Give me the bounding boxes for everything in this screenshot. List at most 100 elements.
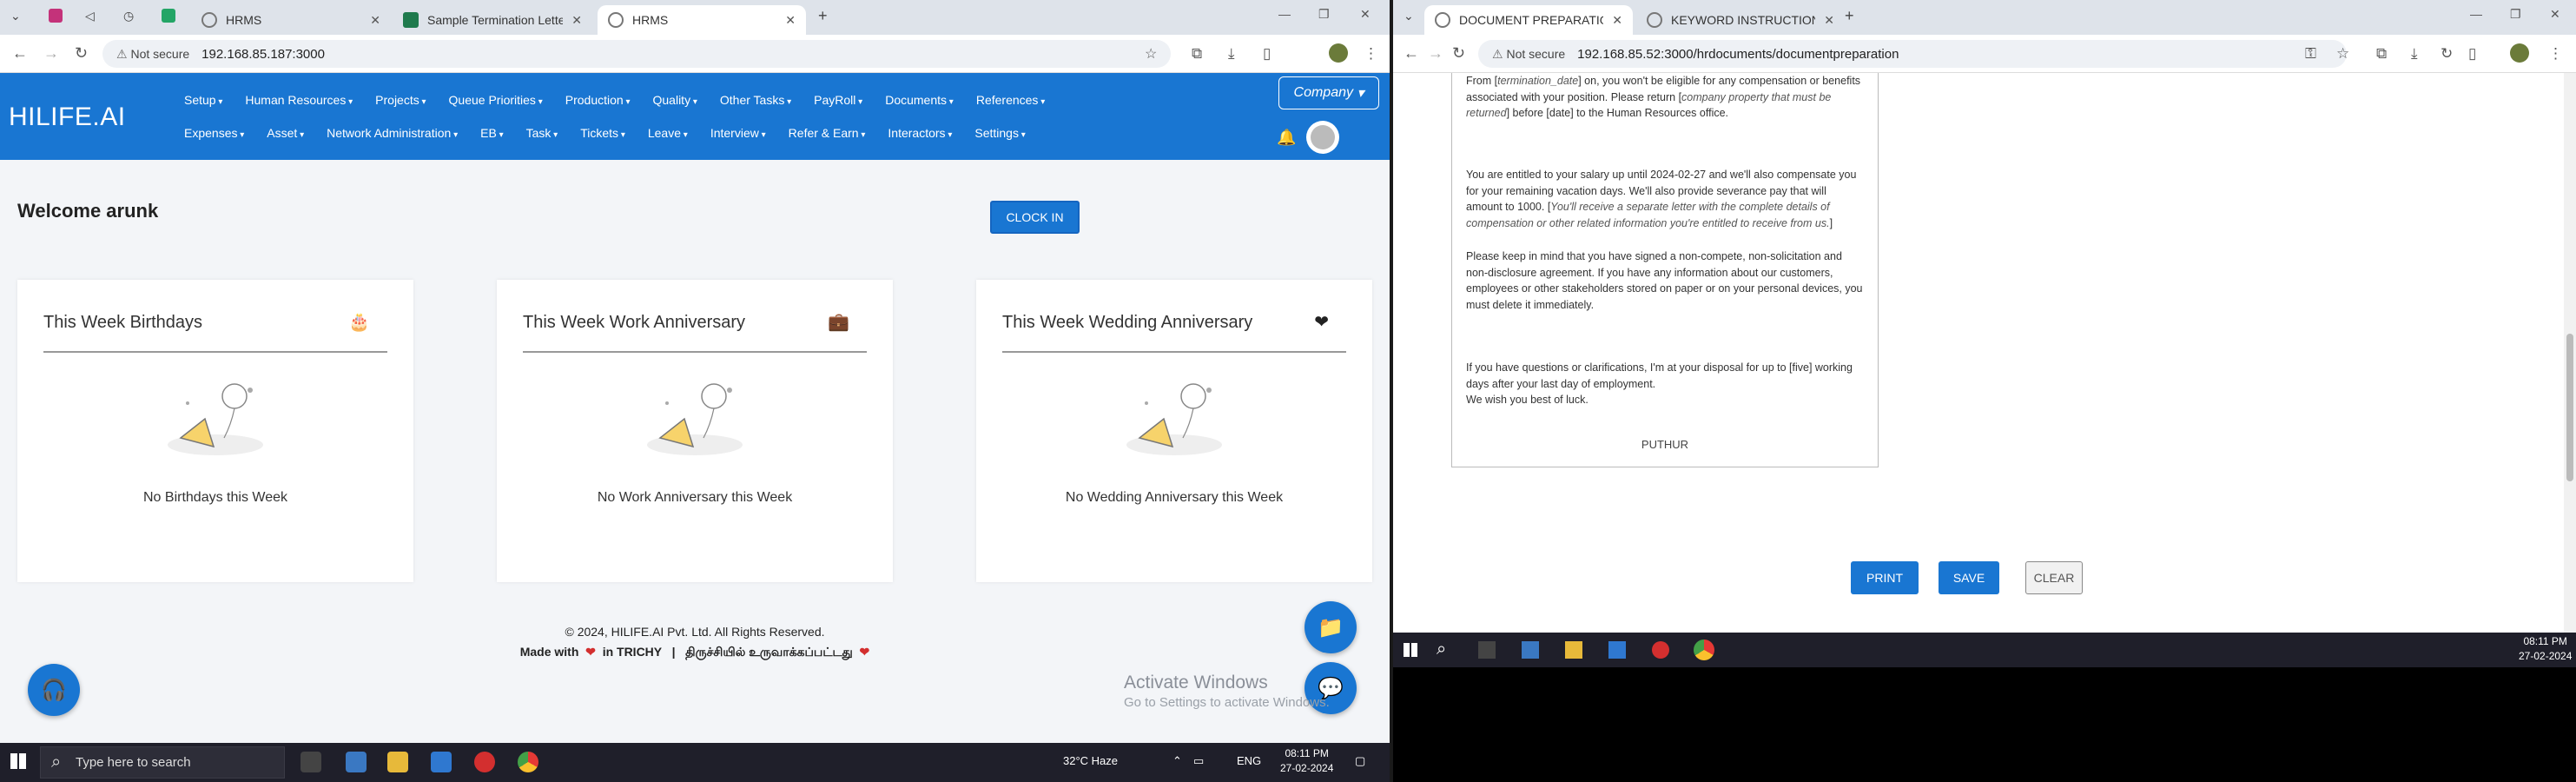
- back-icon[interactable]: ←: [1404, 44, 1419, 63]
- menu-kebab-icon[interactable]: ⋮: [2548, 45, 2563, 63]
- tab-termination-letter[interactable]: Sample Termination Letter to Em ✕: [393, 5, 592, 35]
- forward-icon[interactable]: →: [43, 44, 59, 63]
- tab-keyword-instructions[interactable]: KEYWORD INSTRUCTIONS ✕: [1636, 5, 1845, 35]
- download-icon[interactable]: ⤓: [2411, 45, 2418, 63]
- menu-item-interactors[interactable]: Interactors: [888, 126, 952, 140]
- save-button[interactable]: SAVE: [1939, 561, 1999, 594]
- new-tab-icon[interactable]: +: [1845, 7, 1854, 25]
- lang-label[interactable]: ENG: [1237, 754, 1261, 767]
- reload-icon[interactable]: ↻: [1452, 44, 1465, 63]
- address-bar[interactable]: Not secure 192.168.85.52:3000/hrdocument…: [1478, 40, 2347, 68]
- search-icon[interactable]: ⌕: [1437, 640, 1446, 659]
- menu-item-asset[interactable]: Asset: [267, 126, 304, 140]
- menu-item-documents[interactable]: Documents: [885, 93, 954, 107]
- minimize-icon[interactable]: —: [1278, 7, 1291, 21]
- scrollbar-thumb[interactable]: [2566, 334, 2573, 481]
- page-scrollbar[interactable]: [2564, 73, 2576, 634]
- menu-item-queue-priorities[interactable]: Queue Priorities: [449, 93, 543, 107]
- print-button[interactable]: PRINT: [1851, 561, 1919, 594]
- clock-in-button[interactable]: CLOCK IN: [990, 201, 1080, 234]
- close-icon[interactable]: ✕: [785, 13, 796, 28]
- new-tab-icon[interactable]: +: [818, 7, 828, 25]
- recorder-icon[interactable]: [1652, 641, 1669, 659]
- minimize-icon[interactable]: —: [2470, 7, 2482, 21]
- menu-item-references[interactable]: References: [976, 93, 1045, 107]
- profile-avatar[interactable]: [2510, 43, 2529, 63]
- windows-start-icon[interactable]: [1404, 643, 1417, 657]
- menu-item-production[interactable]: Production: [565, 93, 631, 107]
- close-window-icon[interactable]: ✕: [1360, 7, 1371, 22]
- tab-search-icon[interactable]: ⌄: [1404, 9, 1414, 23]
- history-icon[interactable]: ◷: [123, 9, 134, 23]
- notification-bell-icon[interactable]: 🔔: [1277, 129, 1296, 147]
- sheets-icon[interactable]: [162, 9, 175, 23]
- menu-item-settings[interactable]: Settings: [974, 126, 1025, 140]
- bookmark-star-icon[interactable]: ☆: [2336, 45, 2349, 63]
- chrome-icon[interactable]: [518, 752, 538, 772]
- slack-icon[interactable]: [49, 9, 63, 23]
- user-avatar[interactable]: [1306, 121, 1339, 154]
- profile-avatar[interactable]: [1329, 43, 1348, 63]
- menu-item-network-administration[interactable]: Network Administration: [327, 126, 458, 140]
- taskbar-clock[interactable]: 08:11 PM 27-02-2024: [1280, 746, 1333, 776]
- history-icon[interactable]: ↻: [2441, 45, 2453, 63]
- network-icon[interactable]: ▭: [1193, 754, 1204, 768]
- close-icon[interactable]: ✕: [571, 13, 582, 28]
- extensions-icon[interactable]: ⧉: [2376, 45, 2387, 63]
- tab-hrms-1[interactable]: HRMS ✕: [191, 5, 391, 35]
- sidepanel-icon[interactable]: ▯: [1263, 45, 1271, 63]
- menu-item-eb[interactable]: EB: [480, 126, 504, 140]
- menu-item-other-tasks[interactable]: Other Tasks: [720, 93, 791, 107]
- close-icon[interactable]: ✕: [370, 13, 380, 28]
- menu-item-tickets[interactable]: Tickets: [580, 126, 625, 140]
- menu-item-projects[interactable]: Projects: [375, 93, 426, 107]
- taskbar-clock[interactable]: 08:11 PM 27-02-2024: [2519, 634, 2572, 664]
- bookmark-star-icon[interactable]: ☆: [1145, 45, 1157, 63]
- taskbar-search-input[interactable]: Type here to search: [40, 746, 285, 779]
- brand-logo[interactable]: HILIFE.AI: [9, 103, 126, 132]
- add-folder-button[interactable]: 📁: [1305, 601, 1357, 653]
- menu-kebab-icon[interactable]: ⋮: [1364, 45, 1378, 63]
- chrome-icon[interactable]: [1694, 640, 1714, 660]
- close-icon[interactable]: ✕: [1824, 13, 1834, 28]
- menu-item-quality[interactable]: Quality: [653, 93, 697, 107]
- windows-start-icon[interactable]: [10, 753, 26, 769]
- store-icon[interactable]: [1522, 641, 1539, 659]
- reload-icon[interactable]: ↻: [75, 44, 88, 63]
- speaker-icon[interactable]: ◁: [85, 9, 95, 23]
- menu-item-payroll[interactable]: PayRoll: [814, 93, 862, 107]
- menu-item-interview[interactable]: Interview: [710, 126, 766, 140]
- menu-item-task[interactable]: Task: [526, 126, 558, 140]
- menu-item-setup[interactable]: Setup: [184, 93, 222, 107]
- weather-label[interactable]: 32°C Haze: [1063, 754, 1118, 767]
- restore-icon[interactable]: ❐: [1318, 7, 1330, 22]
- task-view-icon[interactable]: [1478, 641, 1496, 659]
- clear-button[interactable]: CLEAR: [2025, 561, 2083, 594]
- tab-hrms-2[interactable]: HRMS ✕: [598, 5, 806, 35]
- tab-document-preparation[interactable]: DOCUMENT PREPARATION ✕: [1424, 5, 1633, 35]
- task-view-icon[interactable]: [301, 752, 321, 772]
- support-headset-button[interactable]: 🎧: [28, 664, 80, 716]
- password-key-icon[interactable]: ⚿: [2305, 45, 2316, 63]
- back-icon[interactable]: ←: [12, 44, 28, 63]
- company-button[interactable]: Company ▾: [1278, 76, 1379, 109]
- notifications-icon[interactable]: ▢: [1355, 754, 1365, 768]
- menu-item-refer-earn[interactable]: Refer & Earn: [789, 126, 866, 140]
- close-icon[interactable]: ✕: [1612, 13, 1622, 28]
- recorder-icon[interactable]: [474, 752, 495, 772]
- address-bar[interactable]: Not secure 192.168.85.187:3000: [102, 40, 1171, 68]
- menu-item-human-resources[interactable]: Human Resources: [245, 93, 353, 107]
- close-window-icon[interactable]: ✕: [2550, 7, 2560, 22]
- sidepanel-icon[interactable]: ▯: [2468, 45, 2476, 63]
- mail-icon[interactable]: [431, 752, 452, 772]
- tray-chevron-icon[interactable]: ⌃: [1172, 754, 1182, 768]
- extensions-icon[interactable]: ⧉: [1192, 45, 1202, 63]
- download-icon[interactable]: ⤓: [1228, 45, 1235, 63]
- tab-search-icon[interactable]: ⌄: [10, 9, 21, 23]
- file-explorer-icon[interactable]: [387, 752, 408, 772]
- mail-icon[interactable]: [1608, 641, 1626, 659]
- menu-item-leave[interactable]: Leave: [648, 126, 688, 140]
- forward-icon[interactable]: →: [1428, 44, 1443, 63]
- restore-icon[interactable]: ❐: [2510, 7, 2521, 22]
- file-explorer-icon[interactable]: [1565, 641, 1582, 659]
